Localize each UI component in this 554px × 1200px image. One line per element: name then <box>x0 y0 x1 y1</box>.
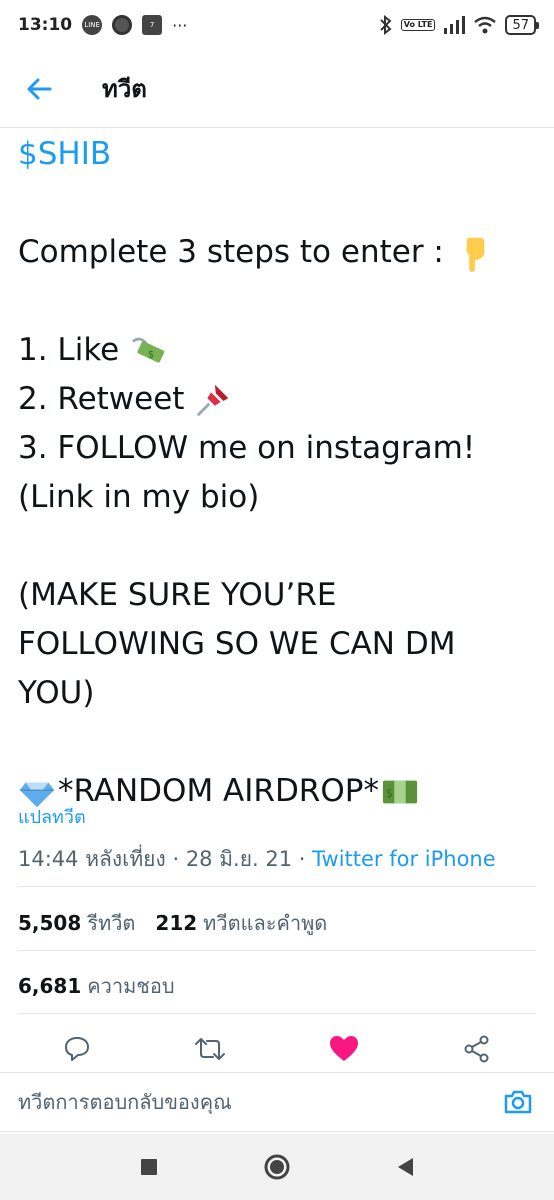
pointing-down-emoji-icon <box>466 237 485 272</box>
step3-text: 3. FOLLOW me on instagram! <box>18 430 476 466</box>
battery-icon: 57 <box>505 15 539 35</box>
back-nav-button[interactable] <box>387 1149 423 1185</box>
make-sure-text-1: (MAKE SURE YOU’RE <box>18 577 337 613</box>
like-button[interactable] <box>324 1029 364 1069</box>
step1-text: 1. Like <box>18 332 120 368</box>
step2-text: 2. Retweet <box>18 381 185 417</box>
camera-icon <box>504 1090 532 1114</box>
divider <box>18 950 536 951</box>
cashtag-line: $SHIB <box>18 130 538 179</box>
quotes-stat[interactable]: 212 ทวีตและคำพูด <box>155 907 327 939</box>
money-with-wings-emoji-icon: $ <box>132 337 165 363</box>
share-icon <box>464 1035 489 1063</box>
tweet-line: 2. Retweet <box>18 375 538 424</box>
line-app-icon: LINE <box>82 15 103 35</box>
volte-icon: Vo LTE <box>400 19 436 31</box>
recents-square-icon <box>141 1159 157 1175</box>
tweet-actions <box>0 1026 554 1072</box>
battery-level: 57 <box>512 17 529 33</box>
steps-intro-text: Complete 3 steps to enter : <box>18 234 444 270</box>
reply-input[interactable] <box>18 1090 500 1114</box>
back-arrow-icon <box>27 78 52 99</box>
bluetooth-icon <box>380 15 392 35</box>
tweet-line: *RANDOM AIRDROP* $ <box>18 767 538 816</box>
likes-stats: 6,681 ความชอบ <box>18 970 175 1002</box>
chrome-icon <box>112 15 133 35</box>
meta-separator: · <box>172 847 180 871</box>
tweet-meta: 14:44 หลังเที่ยง · 28 มิ.ย. 21 · Twitter… <box>18 843 496 876</box>
retweet-stats: 5,508 รีทวีต 212 ทวีตและคำพูด <box>18 907 327 939</box>
status-right: Vo LTE 57 <box>379 15 539 35</box>
quotes-label: ทวีตและคำพูด <box>203 911 328 935</box>
seven-eleven-icon: 7 <box>142 15 163 35</box>
tweet-line: 3. FOLLOW me on instagram! <box>18 424 538 473</box>
tweet-text: $SHIB Complete 3 steps to enter : 1. Lik… <box>18 130 538 816</box>
reply-icon <box>64 1037 89 1061</box>
translate-tweet-link[interactable]: แปลทวีต <box>18 802 86 831</box>
make-sure-text-3: YOU) <box>18 675 95 711</box>
share-button[interactable] <box>457 1029 497 1069</box>
divider <box>18 886 536 887</box>
svg-text:$: $ <box>148 349 154 360</box>
more-notifications-icon: ··· <box>172 15 188 35</box>
airdrop-text: *RANDOM AIRDROP* <box>58 773 379 809</box>
tweet-line: Complete 3 steps to enter : <box>18 228 538 277</box>
retweets-count: 5,508 <box>18 911 82 935</box>
status-bar: 13:10 LINE 7 ··· Vo LTE 57 <box>0 0 554 50</box>
divider <box>18 1013 536 1014</box>
retweets-stat[interactable]: 5,508 รีทวีต <box>18 907 135 939</box>
heart-filled-icon <box>329 1036 358 1061</box>
recents-button[interactable] <box>131 1149 167 1185</box>
svg-text:$: $ <box>386 785 393 799</box>
likes-stat[interactable]: 6,681 ความชอบ <box>18 970 175 1002</box>
wifi-icon <box>474 16 497 34</box>
back-button[interactable] <box>14 64 64 114</box>
tweet-line: FOLLOWING SO WE CAN DM <box>18 620 538 669</box>
status-time: 13:10 <box>18 15 73 35</box>
cashtag-link[interactable]: $SHIB <box>18 130 111 179</box>
home-button[interactable] <box>259 1149 295 1185</box>
tweet-time: 14:44 หลังเที่ยง <box>18 847 166 871</box>
tweet-line: (Link in my bio) <box>18 473 538 522</box>
retweets-label: รีทวีต <box>87 911 136 935</box>
tweet-line: (MAKE SURE YOU’RE <box>18 571 538 620</box>
tweet-line: 1. Like $ <box>18 326 538 375</box>
status-left: 13:10 LINE 7 ··· <box>18 15 187 35</box>
tweet-line: YOU) <box>18 669 538 718</box>
pushpin-emoji-icon <box>197 384 229 416</box>
make-sure-text-2: FOLLOWING SO WE CAN DM <box>18 626 456 662</box>
camera-button[interactable] <box>500 1084 536 1120</box>
retweet-icon <box>195 1038 226 1060</box>
meta-separator: · <box>298 847 306 871</box>
likes-label: ความชอบ <box>87 974 175 998</box>
system-nav-bar <box>0 1134 554 1200</box>
likes-count: 6,681 <box>18 974 82 998</box>
signal-icon <box>444 16 466 34</box>
reply-button[interactable] <box>57 1029 97 1069</box>
retweet-button[interactable] <box>190 1029 230 1069</box>
dollar-banknote-emoji-icon: $ <box>382 780 418 803</box>
back-triangle-icon <box>398 1158 413 1176</box>
bio-text: (Link in my bio) <box>18 479 260 515</box>
tweet-source-link[interactable]: Twitter for iPhone <box>312 847 496 871</box>
page-title: ทวีต <box>102 75 147 103</box>
app-header: ทวีต <box>0 50 554 128</box>
reply-bar <box>0 1072 554 1132</box>
quotes-count: 212 <box>155 911 198 935</box>
home-circle-icon <box>264 1154 290 1180</box>
tweet-date: 28 มิ.ย. 21 <box>185 847 293 871</box>
